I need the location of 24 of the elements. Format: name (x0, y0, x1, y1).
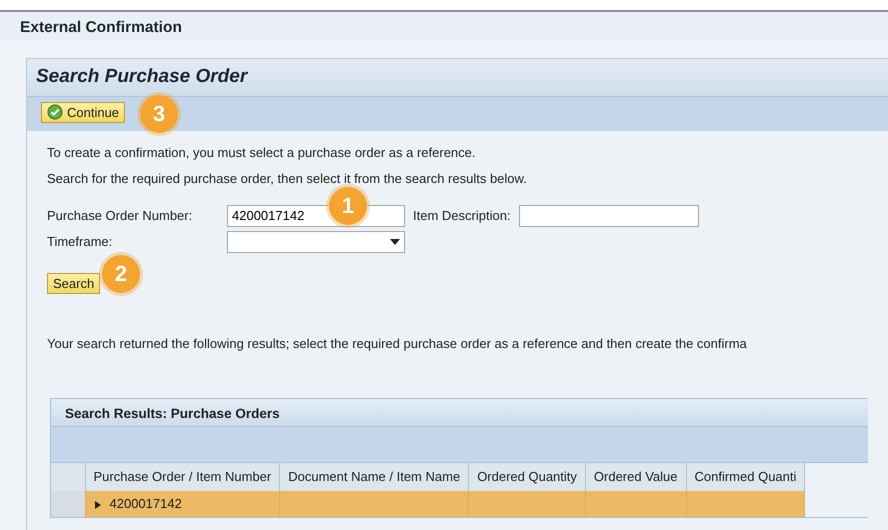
column-header[interactable]: Confirmed Quanti (686, 463, 805, 491)
instruction-text: Search for the required purchase order, then select it from the search results below. (47, 170, 528, 188)
step-number-overlay: 3 (140, 94, 178, 132)
field-label: Purchase Order Number: (47, 206, 194, 225)
results-title: Search Results: Purchase Orders (51, 399, 868, 427)
step-number-overlay: 2 (102, 254, 140, 292)
timeframe-dropdown[interactable] (227, 230, 405, 252)
step-number-overlay: 1 (329, 186, 367, 224)
column-header[interactable]: Ordered Quantity (468, 463, 586, 491)
item-description-field[interactable] (518, 204, 699, 226)
expand-arrow-icon[interactable] (94, 500, 102, 509)
field-label: Timeframe: (47, 232, 114, 251)
column-header[interactable]: Purchase Order / Item Number (85, 463, 280, 491)
column-header[interactable]: Document Name / Item Name (280, 463, 469, 491)
panel-title: Search Purchase Order (27, 59, 888, 96)
check-icon (47, 104, 63, 120)
field-label: Item Description: (413, 206, 511, 225)
search-button[interactable]: Search (47, 272, 100, 294)
continue-button[interactable]: Continue (41, 102, 126, 122)
dropdown-arrow-icon (390, 238, 400, 244)
instruction-text: To create a confirmation, you must select a purchase order as a reference. (47, 144, 476, 162)
window-title: External Confirmation (0, 10, 888, 40)
result-message: Your search returned the following results; select the required purchase order as a reference and then create the confirma (47, 334, 748, 353)
column-header[interactable]: Ordered Value (585, 463, 686, 491)
